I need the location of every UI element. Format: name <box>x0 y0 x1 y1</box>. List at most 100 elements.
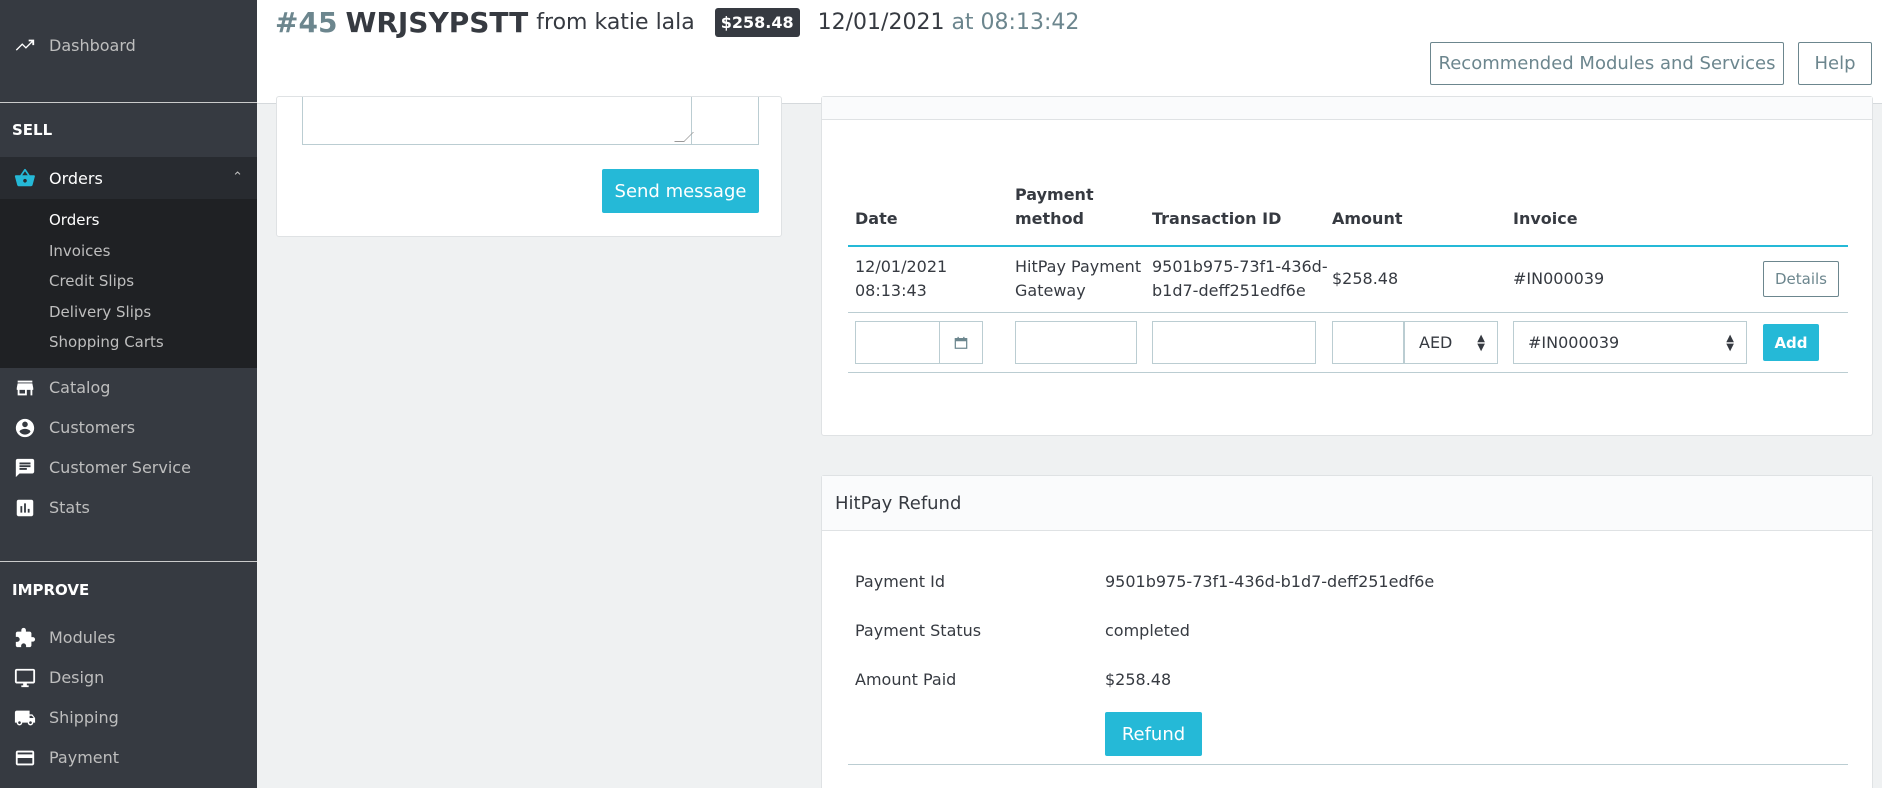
details-button[interactable]: Details <box>1763 261 1839 297</box>
sidebar-subitem-credit-slips[interactable]: Credit Slips <box>0 266 257 297</box>
sidebar-item-label: Customer Service <box>49 458 191 477</box>
sidebar-item-label: Orders <box>49 168 103 188</box>
truck-icon <box>12 705 37 730</box>
cell-line: HitPay Payment <box>1015 257 1142 276</box>
cell-line: 9501b975-73f1-436d- <box>1152 257 1328 276</box>
hitpay-refund-card: HitPay Refund Payment Id 9501b975-73f1-4… <box>821 475 1873 788</box>
order-customer: from katie lala <box>536 10 695 35</box>
column-header-date: Date <box>855 209 898 228</box>
sidebar-subitem-invoices[interactable]: Invoices <box>0 236 257 267</box>
sidebar-item-dashboard[interactable]: Dashboard <box>0 26 136 66</box>
payment-status-value: completed <box>1105 621 1190 640</box>
invoice-select[interactable]: #IN000039 ▲ ▼ <box>1513 321 1747 364</box>
sidebar-item-label: Payment <box>49 748 120 767</box>
payment-date-cell: 12/01/2021 08:13:43 <box>855 255 947 303</box>
invoice-select-value: #IN000039 <box>1528 333 1620 352</box>
payment-status-label: Payment Status <box>855 621 982 640</box>
page-header: #45 WRJSYPSTT from katie lala $258.48 12… <box>257 0 1882 104</box>
row-divider <box>848 372 1848 373</box>
refund-divider <box>848 764 1848 765</box>
sort-arrows-icon: ▲ ▼ <box>1726 333 1734 353</box>
invoice-cell: #IN000039 <box>1513 269 1605 288</box>
sort-arrows-icon: ▲ ▼ <box>1477 333 1485 353</box>
sidebar-subitem-shopping-carts[interactable]: Shopping Carts <box>0 327 257 358</box>
sidebar-item-label: Design <box>49 668 105 687</box>
sidebar-subitem-delivery-slips[interactable]: Delivery Slips <box>0 297 257 328</box>
sidebar-item-label: Dashboard <box>49 36 136 55</box>
sidebar-item-orders[interactable]: Orders ⌃ <box>0 157 257 199</box>
help-button[interactable]: Help <box>1798 42 1872 85</box>
refund-button[interactable]: Refund <box>1105 712 1202 756</box>
calendar-button[interactable] <box>939 321 983 364</box>
bar-chart-icon <box>12 495 37 520</box>
payment-date-input[interactable] <box>855 321 940 364</box>
page-title: #45 WRJSYPSTT from katie lala $258.48 12… <box>275 6 1079 39</box>
cell-line: 08:13:43 <box>855 281 927 300</box>
sidebar-item-stats[interactable]: Stats <box>0 488 257 528</box>
sidebar-item-label: Shipping <box>49 708 119 727</box>
cell-line: 12/01/2021 <box>855 257 948 276</box>
payments-card: Date Payment method Transaction ID Amoun… <box>821 96 1873 436</box>
order-time: at 08:13:42 <box>951 10 1080 35</box>
column-header-invoice: Invoice <box>1513 209 1578 228</box>
sidebar-item-label: Modules <box>49 628 116 647</box>
chat-icon <box>12 455 37 480</box>
refund-card-title: HitPay Refund <box>822 476 1872 531</box>
amount-input[interactable] <box>1332 321 1404 364</box>
currency-select-value: AED <box>1419 333 1453 352</box>
sidebar-section-sell: SELL <box>12 121 53 139</box>
card-header-strip <box>822 97 1872 120</box>
column-header-line: Payment <box>1015 185 1094 204</box>
store-icon <box>12 375 37 400</box>
sidebar-item-modules[interactable]: Modules <box>0 618 257 658</box>
sidebar-section-improve: IMPROVE <box>12 580 90 599</box>
calendar-icon <box>954 336 968 349</box>
sidebar: Dashboard SELL Orders ⌃ Orders Invoices … <box>0 0 257 788</box>
amount-cell: $258.48 <box>1332 269 1399 288</box>
order-total-badge: $258.48 <box>714 8 800 37</box>
payment-id-value: 9501b975-73f1-436d-b1d7-deff251edf6e <box>1105 572 1435 591</box>
column-header-transaction-id: Transaction ID <box>1152 209 1282 228</box>
payment-method-cell: HitPay Payment Gateway <box>1015 255 1141 303</box>
transaction-id-cell: 9501b975-73f1-436d- b1d7-deff251edf6e <box>1152 255 1328 303</box>
resize-handle-icon[interactable] <box>674 132 694 142</box>
basket-icon <box>12 166 37 191</box>
order-date: 12/01/2021 <box>817 10 945 35</box>
sidebar-item-shipping[interactable]: Shipping <box>0 698 257 738</box>
order-reference: WRJSYPSTT <box>345 6 529 39</box>
sidebar-subitem-orders[interactable]: Orders <box>0 205 257 236</box>
sidebar-top: Dashboard <box>0 0 257 86</box>
transaction-id-input[interactable] <box>1152 321 1316 364</box>
recommended-modules-button[interactable]: Recommended Modules and Services <box>1430 42 1784 85</box>
sidebar-item-catalog[interactable]: Catalog <box>0 368 257 408</box>
sidebar-item-payment[interactable]: Payment <box>0 738 257 778</box>
amount-paid-label: Amount Paid <box>855 670 957 689</box>
sidebar-item-customers[interactable]: Customers <box>0 408 257 448</box>
sidebar-item-customer-service[interactable]: Customer Service <box>0 448 257 488</box>
column-header-payment-method: Payment method <box>1015 183 1094 231</box>
order-number: #45 <box>275 6 338 39</box>
account-circle-icon <box>12 415 37 440</box>
add-payment-button[interactable]: Add <box>1763 324 1819 361</box>
sidebar-item-label: Catalog <box>49 378 111 397</box>
puzzle-icon <box>12 625 37 650</box>
credit-card-icon <box>12 745 37 770</box>
sidebar-submenu-orders: Orders Invoices Credit Slips Delivery Sl… <box>0 199 257 368</box>
chevron-up-icon[interactable]: ⌃ <box>232 170 243 185</box>
messages-card: Send message <box>276 96 782 237</box>
row-divider <box>848 312 1848 313</box>
table-header-divider <box>848 245 1848 247</box>
currency-select[interactable]: AED ▲ ▼ <box>1404 321 1498 364</box>
sidebar-item-label: Stats <box>49 498 90 517</box>
column-header-line: method <box>1015 209 1085 228</box>
message-textarea[interactable] <box>302 97 694 145</box>
sidebar-item-design[interactable]: Design <box>0 658 257 698</box>
cell-line: Gateway <box>1015 281 1086 300</box>
sidebar-item-label: Customers <box>49 418 136 437</box>
monitor-icon <box>12 665 37 690</box>
payment-id-label: Payment Id <box>855 572 946 591</box>
amount-paid-value: $258.48 <box>1105 670 1172 689</box>
payment-method-input[interactable] <box>1015 321 1137 364</box>
send-message-button[interactable]: Send message <box>602 169 759 213</box>
column-header-amount: Amount <box>1332 209 1403 228</box>
